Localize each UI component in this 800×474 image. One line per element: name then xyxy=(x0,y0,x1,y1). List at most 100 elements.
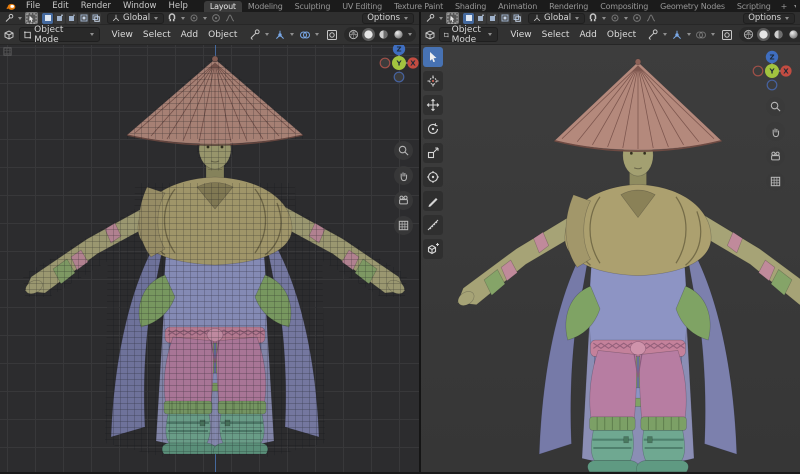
character-model-wireframe[interactable] xyxy=(15,45,415,457)
tool-cursor-icon[interactable] xyxy=(423,71,443,91)
menu-help[interactable]: Help xyxy=(162,1,193,11)
tool-move-icon[interactable] xyxy=(423,95,443,115)
menu-file[interactable]: File xyxy=(20,1,46,11)
navigation-gizmo[interactable]: Z X Y xyxy=(750,49,794,93)
shading-rendered-icon[interactable] xyxy=(392,28,405,41)
tool-select-box-icon[interactable] xyxy=(423,47,443,67)
tab-shading[interactable]: Shading xyxy=(449,1,492,12)
tab-layout[interactable]: Layout xyxy=(204,1,242,12)
viewport-menu-view[interactable]: View xyxy=(505,30,536,40)
menu-render[interactable]: Render xyxy=(75,1,117,11)
zoom-icon[interactable] xyxy=(766,97,785,116)
falloff-curve-icon[interactable] xyxy=(224,13,236,24)
options-dropdown[interactable]: Options xyxy=(743,13,795,24)
editor-type-icon[interactable] xyxy=(3,28,16,42)
object-types-visibility-icon[interactable] xyxy=(647,28,659,42)
gizmos-toggle-icon[interactable] xyxy=(273,28,286,42)
viewport-menu-object[interactable]: Object xyxy=(602,30,641,40)
selmode-new-icon[interactable] xyxy=(42,13,53,24)
transform-orientation-dropdown[interactable]: Global xyxy=(107,13,164,24)
chevron-down-icon[interactable] xyxy=(663,33,667,36)
active-tool-icon[interactable] xyxy=(3,13,15,24)
mode-dropdown[interactable]: Object Mode xyxy=(19,27,100,42)
shading-material-icon[interactable] xyxy=(377,28,390,41)
chevron-down-icon[interactable] xyxy=(265,33,269,36)
tab-texture-paint[interactable]: Texture Paint xyxy=(388,1,449,12)
selmode-subtract-icon[interactable] xyxy=(487,13,498,24)
chevron-down-icon[interactable] xyxy=(181,17,185,20)
proportional-editing-icon[interactable] xyxy=(210,13,222,24)
tab-modeling[interactable]: Modeling xyxy=(242,1,289,12)
tab-geometry-nodes[interactable]: Geometry Nodes xyxy=(654,1,731,12)
select-box-tool-icon[interactable] xyxy=(446,12,459,24)
chevron-down-icon[interactable] xyxy=(18,17,22,20)
selmode-extend-icon[interactable] xyxy=(54,13,65,24)
selmode-intersect-icon[interactable] xyxy=(90,13,101,24)
chevron-down-icon[interactable] xyxy=(439,17,443,20)
chevron-down-icon[interactable] xyxy=(624,17,628,20)
viewport-menu-view[interactable]: View xyxy=(107,30,138,40)
snap-magnet-icon[interactable] xyxy=(587,13,599,24)
shading-solid-icon[interactable] xyxy=(757,28,770,41)
character-model-solid[interactable] xyxy=(448,45,800,473)
tab-rendering[interactable]: Rendering xyxy=(543,1,594,12)
selmode-invert-icon[interactable] xyxy=(78,13,89,24)
viewport-3d-canvas-right[interactable]: Z X Y xyxy=(421,45,800,473)
add-workspace-button[interactable]: + xyxy=(777,1,792,12)
viewport-menu-select[interactable]: Select xyxy=(138,30,176,40)
transform-orientation-dropdown[interactable]: Global xyxy=(528,13,585,24)
camera-view-icon[interactable] xyxy=(766,147,785,166)
tool-add-cube-icon[interactable] xyxy=(423,239,443,259)
axis-z-ball[interactable]: Z xyxy=(766,51,778,63)
viewport-menu-select[interactable]: Select xyxy=(537,30,575,40)
shading-wireframe-icon[interactable] xyxy=(742,28,755,41)
overlays-toggle-icon[interactable] xyxy=(298,28,311,42)
blender-logo-icon[interactable] xyxy=(6,2,16,11)
menu-edit[interactable]: Edit xyxy=(46,1,74,11)
collapsed-region-icon[interactable] xyxy=(3,47,12,56)
shading-solid-icon[interactable] xyxy=(362,28,375,41)
tool-measure-icon[interactable] xyxy=(423,215,443,235)
snap-target-icon[interactable] xyxy=(188,13,200,24)
active-tool-icon[interactable] xyxy=(424,13,436,24)
object-types-visibility-icon[interactable] xyxy=(248,28,261,42)
tool-transform-icon[interactable] xyxy=(423,167,443,187)
selmode-extend-icon[interactable] xyxy=(475,13,486,24)
scene-selector[interactable]: Scene xyxy=(791,1,796,11)
shading-wireframe-icon[interactable] xyxy=(347,28,360,41)
axis-x-negative-ball[interactable] xyxy=(380,58,390,68)
options-dropdown[interactable]: Options xyxy=(362,13,414,24)
chevron-down-icon[interactable] xyxy=(711,33,715,36)
viewport-menu-add[interactable]: Add xyxy=(574,30,601,40)
pan-icon[interactable] xyxy=(394,166,413,185)
shading-rendered-icon[interactable] xyxy=(787,28,800,41)
axis-z-negative-ball[interactable] xyxy=(394,72,404,82)
viewport-3d-canvas-left[interactable]: Z X Y xyxy=(0,45,419,473)
zoom-icon[interactable] xyxy=(394,141,413,160)
xray-toggle-icon[interactable] xyxy=(721,28,733,42)
tab-scripting[interactable]: Scripting xyxy=(731,1,777,12)
chevron-down-icon[interactable] xyxy=(687,33,691,36)
tab-sculpting[interactable]: Sculpting xyxy=(289,1,337,12)
chevron-down-icon[interactable] xyxy=(290,33,294,36)
shading-material-icon[interactable] xyxy=(772,28,785,41)
selmode-invert-icon[interactable] xyxy=(499,13,510,24)
chevron-down-icon[interactable] xyxy=(315,33,319,36)
axis-x-ball[interactable]: X xyxy=(780,65,791,76)
chevron-down-icon[interactable] xyxy=(602,17,606,20)
snap-target-icon[interactable] xyxy=(609,13,621,24)
tool-annotate-icon[interactable] xyxy=(423,191,443,211)
camera-view-icon[interactable] xyxy=(394,191,413,210)
shading-dropdown-icon[interactable] xyxy=(408,33,412,36)
toggle-ortho-icon[interactable] xyxy=(766,172,785,191)
mode-dropdown[interactable]: Object Mode xyxy=(439,27,498,42)
selmode-new-icon[interactable] xyxy=(463,13,474,24)
editor-type-icon[interactable] xyxy=(424,28,436,42)
axis-z-ball[interactable]: Z xyxy=(393,45,405,55)
proportional-editing-icon[interactable] xyxy=(631,13,643,24)
tool-rotate-icon[interactable] xyxy=(423,119,443,139)
selmode-intersect-icon[interactable] xyxy=(511,13,522,24)
xray-toggle-icon[interactable] xyxy=(325,28,338,42)
viewport-menu-add[interactable]: Add xyxy=(176,30,203,40)
navigation-gizmo[interactable]: Z X Y xyxy=(377,45,419,85)
